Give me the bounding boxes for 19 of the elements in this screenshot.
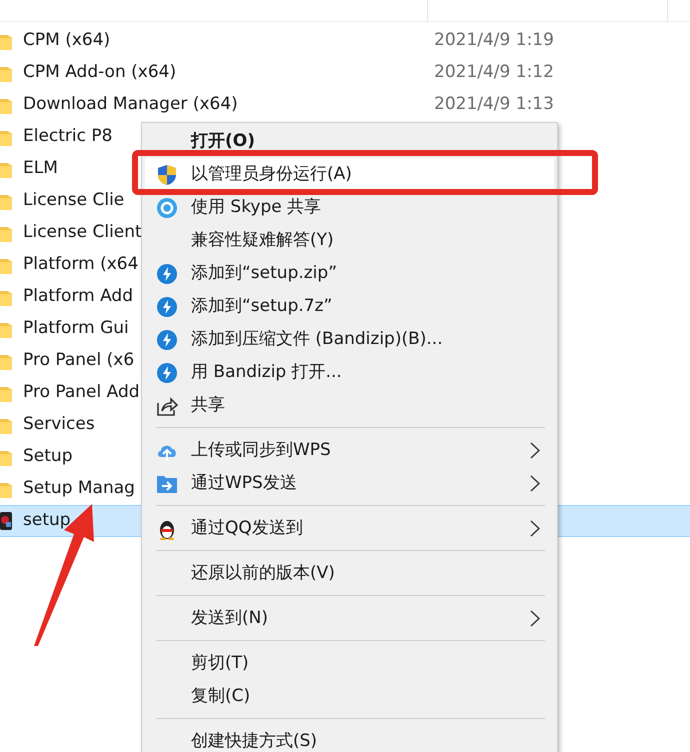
file-name: Platform (x64 [23,254,138,274]
file-name: ELM [23,158,58,178]
modified-date: 2021/4/9 1:12 [434,61,554,84]
file-name: License Client [23,222,142,242]
file-name: Electric P8 [23,126,112,146]
file-name: CPM (x64) [23,30,110,50]
file-name: Services [23,414,95,434]
file-name: setup [23,510,71,530]
file-name: License Clie [23,190,124,210]
file-name: Pro Panel Add [23,382,140,402]
file-name: Setup Manag [23,478,135,498]
file-name: Platform Gui [23,318,129,338]
file-name: Download Manager (x64) [23,94,238,114]
file-name: Setup [23,446,72,466]
file-name: CPM Add-on (x64) [23,62,176,82]
modified-date: 2021/4/9 1:13 [434,93,554,116]
file-name: Pro Panel (x6 [23,350,134,370]
file-name: Platform Add [23,286,134,306]
modified-date: 2021/4/9 1:19 [434,29,554,52]
